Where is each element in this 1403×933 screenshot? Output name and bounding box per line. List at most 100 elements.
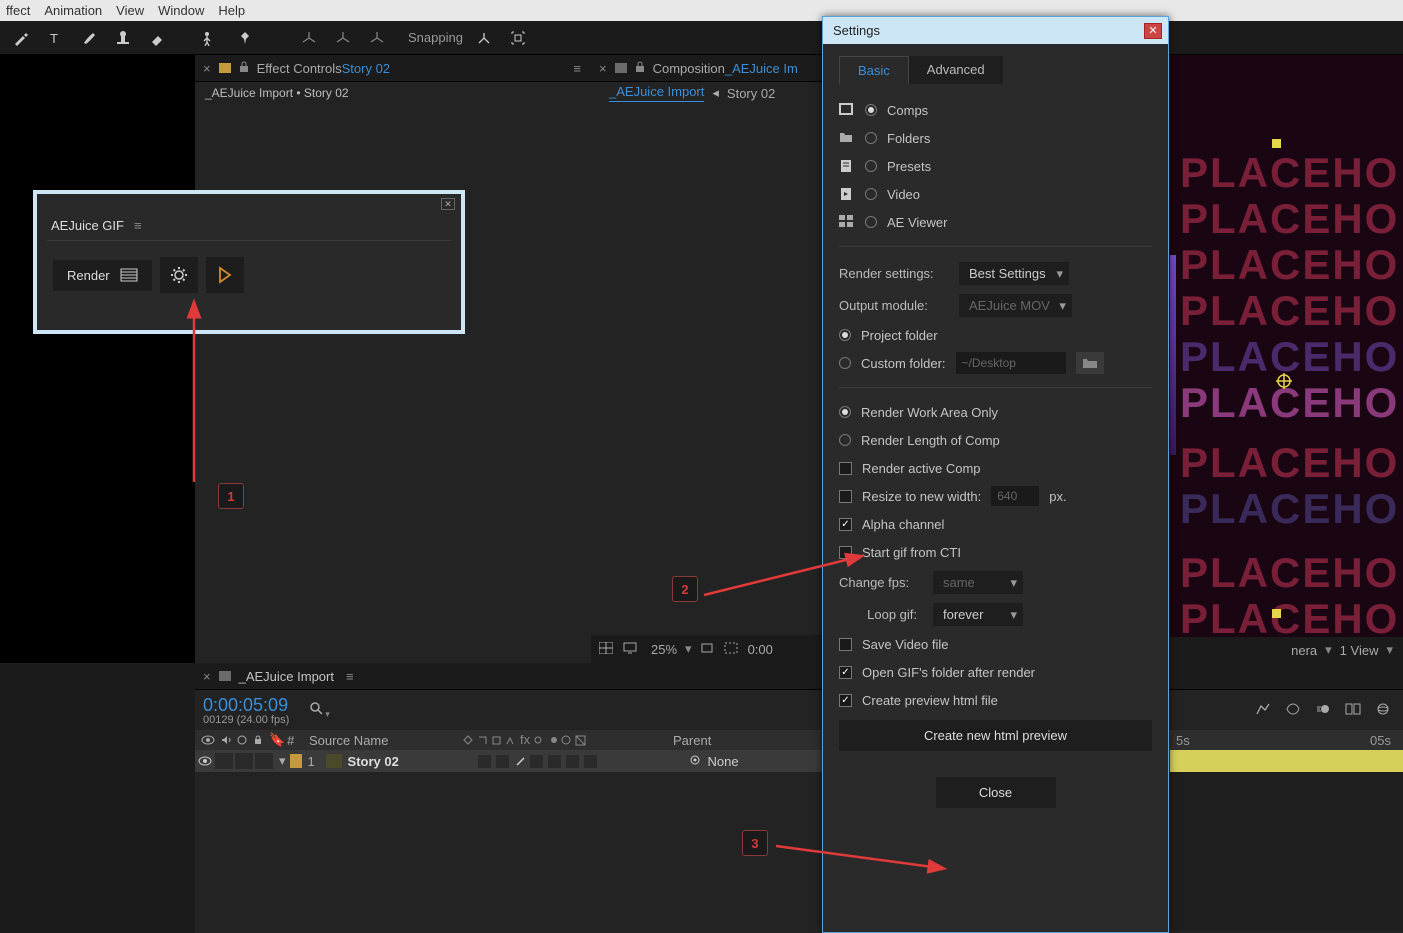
stamp-tool-icon[interactable] — [114, 29, 132, 47]
panel-menu-icon[interactable]: ≡ — [134, 218, 142, 233]
tab-basic[interactable]: Basic — [839, 56, 909, 84]
timeline-tab[interactable]: × _AEJuice Import ≡ — [195, 663, 1403, 690]
panel-menu-icon[interactable]: ≡ — [346, 669, 354, 684]
layer-color[interactable] — [290, 754, 302, 768]
settings-button[interactable] — [160, 257, 198, 293]
check-open-folder[interactable] — [839, 666, 852, 679]
axis-local-icon[interactable] — [300, 29, 318, 47]
parent-value[interactable]: None — [708, 754, 739, 769]
check-active-comp[interactable] — [839, 462, 852, 475]
change-fps-select[interactable]: same — [933, 571, 1023, 594]
close-tab-icon[interactable]: × — [203, 669, 211, 684]
monitor-icon[interactable] — [623, 642, 639, 656]
frame-blend-icon[interactable] — [1345, 702, 1363, 718]
render-settings-select[interactable]: Best Settings — [959, 262, 1069, 285]
eye-column-icon[interactable] — [195, 733, 215, 748]
menu-view[interactable]: View — [116, 3, 144, 18]
text-tool-icon[interactable]: T — [46, 29, 64, 47]
lock-toggle[interactable] — [255, 753, 273, 769]
snapping-label[interactable]: Snapping — [408, 30, 463, 45]
menu-effect[interactable]: ffect — [6, 3, 30, 18]
visibility-toggle[interactable] — [195, 754, 215, 769]
lock-icon[interactable] — [635, 61, 645, 76]
render-button[interactable]: Render — [53, 260, 152, 291]
radio-presets[interactable] — [865, 160, 877, 172]
solo-column-icon[interactable] — [231, 733, 247, 748]
close-tab-icon[interactable]: × — [599, 61, 607, 76]
effect-controls-link[interactable]: Story 02 — [342, 61, 390, 76]
panel-menu-icon[interactable]: ≡ — [573, 61, 581, 76]
panel-close-button[interactable]: ✕ — [441, 198, 455, 210]
switch-cell[interactable] — [584, 755, 597, 768]
radio-video[interactable] — [865, 188, 877, 200]
radio-folders[interactable] — [865, 132, 877, 144]
settings-titlebar[interactable]: Settings ✕ — [823, 17, 1168, 44]
preview-button[interactable] — [206, 257, 244, 293]
comp-nav-inactive[interactable]: Story 02 — [727, 86, 775, 101]
timeline-timecode[interactable]: 0:00:05:09 — [203, 695, 289, 716]
lock-column-icon[interactable] — [247, 733, 263, 748]
switch-cell[interactable] — [548, 755, 561, 768]
window-close-button[interactable]: ✕ — [1144, 23, 1162, 39]
timeline-track-area[interactable]: 5s 05s 06s — [1170, 730, 1403, 930]
motion-blur-icon[interactable] — [1315, 702, 1333, 718]
switch-cell[interactable] — [496, 755, 509, 768]
camera-dropdown[interactable]: nera — [1291, 643, 1317, 658]
mask-icon[interactable] — [724, 642, 740, 656]
lock-icon[interactable] — [239, 61, 249, 76]
pin-tool-icon[interactable] — [236, 29, 254, 47]
bbox-handle[interactable] — [1272, 139, 1281, 148]
check-alpha[interactable] — [839, 518, 852, 531]
brush-tool-icon[interactable] — [80, 29, 98, 47]
zoom-level[interactable]: 25% — [651, 642, 677, 657]
radio-project-folder[interactable] — [839, 329, 851, 341]
menu-help[interactable]: Help — [218, 3, 245, 18]
radio-custom-folder[interactable] — [839, 357, 851, 369]
comp-time[interactable]: 0:00 — [748, 642, 773, 657]
snap-toggle-icon[interactable] — [475, 29, 493, 47]
switch-cell[interactable] — [514, 755, 527, 768]
close-button[interactable]: Close — [936, 777, 1056, 808]
tab-advanced[interactable]: Advanced — [909, 56, 1003, 84]
radio-comps[interactable] — [865, 104, 877, 116]
menu-window[interactable]: Window — [158, 3, 204, 18]
switch-cell[interactable] — [478, 755, 491, 768]
switch-cell[interactable] — [566, 755, 579, 768]
snap-bounds-icon[interactable] — [509, 29, 527, 47]
browse-folder-button[interactable] — [1076, 352, 1104, 374]
check-save-video[interactable] — [839, 638, 852, 651]
resize-width-input[interactable]: 640 — [991, 486, 1039, 506]
loop-gif-select[interactable]: forever — [933, 603, 1023, 626]
parent-pickwhip-icon[interactable] — [688, 754, 708, 769]
custom-folder-input[interactable]: ~/Desktop — [956, 352, 1066, 374]
check-create-preview[interactable] — [839, 694, 852, 707]
eraser-tool-icon[interactable] — [148, 29, 166, 47]
anchor-point-icon[interactable] — [1274, 371, 1294, 394]
search-icon[interactable]: ▾ — [309, 701, 330, 720]
audio-toggle[interactable] — [215, 753, 233, 769]
output-module-select[interactable]: AEJuice MOV — [959, 294, 1072, 317]
composition-link[interactable]: _AEJuice Im — [725, 61, 798, 76]
timeline-ruler[interactable]: 5s 05s 06s — [1170, 730, 1403, 750]
check-resize[interactable] — [839, 490, 852, 503]
3d-icon[interactable] — [1375, 702, 1393, 718]
audio-column-icon[interactable] — [215, 733, 231, 748]
close-tab-icon[interactable]: × — [203, 61, 211, 76]
composition-tab[interactable]: × Composition _AEJuice Im — [591, 55, 822, 82]
layer-name[interactable]: Story 02 — [348, 754, 478, 769]
grid-icon[interactable] — [599, 642, 615, 656]
resolution-icon[interactable] — [700, 642, 716, 656]
axis-world-icon[interactable] — [334, 29, 352, 47]
bbox-handle[interactable] — [1272, 609, 1281, 618]
effect-controls-tab[interactable]: × Effect Controls Story 02 ≡ — [195, 55, 591, 82]
expand-toggle[interactable]: ▾ — [279, 753, 286, 769]
layer-duration-bar[interactable] — [1170, 750, 1403, 772]
axis-view-icon[interactable] — [368, 29, 386, 47]
create-html-preview-button[interactable]: Create new html preview — [839, 720, 1152, 751]
radio-aeviewer[interactable] — [865, 216, 877, 228]
shy-icon[interactable] — [1285, 702, 1303, 718]
menu-animation[interactable]: Animation — [44, 3, 102, 18]
pen-tool-icon[interactable] — [12, 29, 30, 47]
view-dropdown[interactable]: 1 View — [1340, 643, 1379, 658]
graph-editor-icon[interactable] — [1255, 702, 1273, 718]
